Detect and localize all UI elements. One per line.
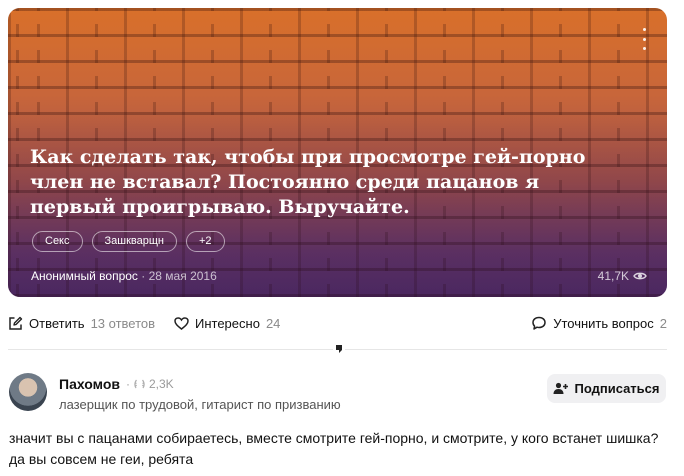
view-count: 41,7K	[597, 269, 629, 283]
clarify-count: 2	[659, 316, 667, 331]
avatar[interactable]	[9, 373, 47, 411]
subscribe-button[interactable]: Подписаться	[547, 374, 666, 403]
question-title[interactable]: Как сделать так, чтобы при просмотре гей…	[30, 145, 590, 220]
author-description: лазерщик по трудовой, гитарист по призва…	[59, 397, 341, 412]
karma-separator: ·	[125, 377, 130, 391]
question-date: 28 мая 2016	[148, 269, 217, 283]
tag-more[interactable]: +2	[185, 231, 225, 252]
laurel-icon	[134, 379, 145, 389]
answer-button[interactable]: Ответить 13 ответов	[8, 316, 155, 331]
add-user-icon	[553, 382, 569, 394]
subscribe-label: Подписаться	[574, 381, 660, 396]
interest-button[interactable]: Интересно 24	[174, 316, 280, 331]
edit-icon	[9, 316, 23, 330]
clarify-label: Уточнить вопрос	[553, 316, 654, 331]
author-name[interactable]: Пахомов	[59, 376, 120, 392]
question-author: Анонимный вопрос	[31, 269, 138, 283]
clarify-question-button[interactable]: Уточнить вопрос 2	[531, 316, 667, 331]
view-counter: 41,7K	[598, 269, 647, 283]
divider-marker	[333, 343, 345, 355]
comment-icon	[532, 316, 546, 330]
interest-label: Интересно	[195, 316, 260, 331]
answer-author: Пахомов · 2,3K	[59, 376, 174, 392]
answer-text: значит вы с пацанами собираетесь, вместе…	[9, 430, 659, 467]
more-vertical-icon[interactable]	[639, 28, 649, 50]
question-card[interactable]: Как сделать так, чтобы при просмотре гей…	[8, 8, 667, 297]
answer-label: Ответить	[29, 316, 85, 331]
quote-mark-icon	[336, 345, 342, 353]
tag-list: Секс Зашкварщн +2	[32, 231, 225, 252]
answer-count: 13 ответов	[90, 316, 156, 331]
eye-icon	[633, 272, 647, 280]
question-actions: Ответить 13 ответов Интересно 24 Уточнит…	[8, 316, 667, 334]
author-karma: · 2,3K	[126, 377, 174, 391]
karma-value: 2,3K	[148, 377, 174, 391]
tag-sex[interactable]: Секс	[32, 231, 83, 252]
question-meta: Анонимный вопрос · 28 мая 2016	[31, 269, 217, 283]
tag-zashkvar[interactable]: Зашкварщн	[91, 231, 177, 252]
meta-separator: ·	[141, 269, 146, 283]
interest-count: 24	[265, 316, 281, 331]
heart-icon	[174, 317, 189, 330]
